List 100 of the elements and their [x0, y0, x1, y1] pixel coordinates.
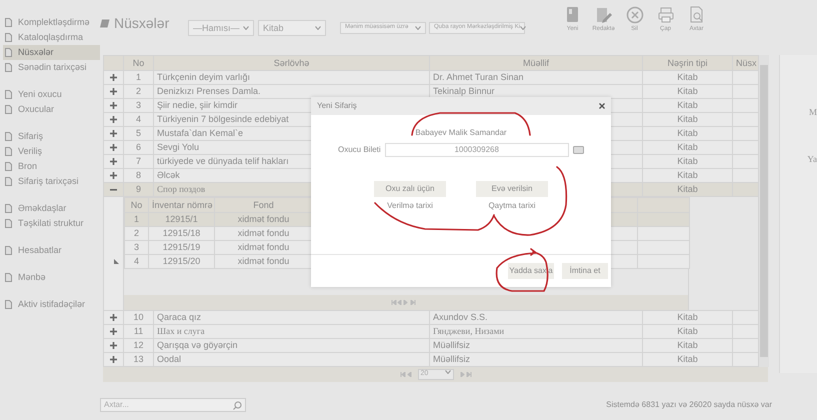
column-header[interactable]: No [124, 198, 148, 212]
printer-icon [656, 6, 674, 24]
sidebar-item[interactable]: Aktiv istifadəçilər [3, 297, 100, 312]
column-header[interactable]: Fond [214, 198, 312, 212]
panel-label: M [808, 107, 817, 118]
sidebar-item[interactable]: Əməkdaşlar [3, 201, 100, 216]
table-cell: 12915/1 [148, 212, 214, 226]
table-cell: 12915/18 [148, 226, 214, 240]
table-row[interactable]: 13 Oodal Müəllifsiz Kitab [104, 352, 758, 366]
table-cell: 13 [124, 352, 154, 366]
dropdown-field[interactable]: Kitab [258, 20, 326, 36]
scrollbar[interactable] [759, 55, 769, 367]
table-cell: Kitab [642, 154, 732, 168]
sidebar-item[interactable]: Yeni oxucu [3, 87, 100, 102]
caret-icon [243, 26, 249, 30]
table-cell: 2 [124, 226, 148, 240]
table-cell: Kitab [642, 168, 732, 182]
column-header[interactable]: Müəllif [430, 56, 642, 70]
document-icon [5, 273, 12, 282]
panel-label: Ya [807, 154, 817, 165]
column-header[interactable]: Nəşrin tipi [642, 56, 732, 70]
date-label: Verilmə tarixi [387, 200, 433, 210]
table-cell: 12915/19 [148, 240, 214, 254]
table-cell: 4 [124, 254, 148, 268]
option-button[interactable]: Oxu zalı üçün [374, 180, 446, 197]
sidebar-item[interactable]: Təşkilati struktur [3, 216, 100, 231]
table-cell: Kitab [642, 140, 732, 154]
table-cell: Kitab [642, 324, 732, 338]
table-cell: Kitab [642, 310, 732, 324]
search-icon [233, 400, 242, 410]
table-cell: 12 [124, 338, 154, 352]
table-cell: 11 [124, 324, 154, 338]
table-cell: Kitab [642, 70, 732, 84]
table-cell: Qarışqa və göyərçin [154, 338, 430, 352]
table-cell: Kitab [642, 182, 732, 196]
table-cell: Oodal [154, 352, 430, 366]
table-row[interactable]: 2 Denizkızı Prenses Damla. Tekinalp Binnur Kitab [104, 84, 758, 98]
table-row[interactable]: 11 Шах и слуга Гянджеви, Низами Kitab [104, 324, 758, 338]
close-circle-icon [626, 6, 644, 24]
table-cell: Türkçenin deyim varlığı [154, 70, 430, 84]
table-cell: xidmət fondu [214, 254, 312, 268]
table-row[interactable]: 10 Qaraca qız Axundov S.S. Kitab [104, 310, 758, 324]
document-icon [5, 246, 12, 255]
sidebar-item[interactable]: Sifariş [3, 129, 100, 144]
column-header[interactable]: İnventar nömrə [148, 198, 214, 212]
sidebar-item[interactable]: Veriliş [3, 144, 100, 159]
table-cell: 3 [124, 240, 148, 254]
table-cell: xidmət fondu [214, 212, 312, 226]
close-icon[interactable] [599, 103, 605, 109]
table-cell: Kitab [642, 352, 732, 366]
table-cell: Гянджеви, Низами [430, 324, 642, 338]
sidebar-item[interactable]: Komplektləşdirmə [3, 15, 100, 30]
table-row[interactable]: 12 Qarışqa və göyərçin Müəllifsiz Kitab [104, 338, 758, 352]
sidebar-item[interactable]: Sifariş tarixçəsi [3, 174, 100, 189]
date-label: Qaytma tarixi [488, 200, 536, 210]
search-icon [688, 6, 706, 24]
column-header[interactable]: Nüsx [732, 56, 758, 70]
table-cell: 1 [124, 70, 154, 84]
table-cell: Kitab [642, 338, 732, 352]
table-cell: Шах и слуга [154, 324, 430, 338]
table-cell: xidmət fondu [214, 226, 312, 240]
table-cell: Kitab [642, 84, 732, 98]
dropdown-field[interactable]: —Hamısı— [188, 20, 254, 36]
table-cell: Müəllifsiz [430, 338, 642, 352]
column-header[interactable]: No [124, 56, 154, 70]
option-button[interactable]: Evə verilsin [476, 180, 548, 197]
sidebar-item[interactable]: Kataloqlaşdırma [3, 30, 100, 45]
sidebar-item[interactable]: Nüsxələr [3, 45, 100, 60]
sidebar-item[interactable]: Mənbə [3, 270, 100, 285]
table-row[interactable]: 1 Türkçenin deyim varlığı Dr. Ahmet Turan Sinan Kitab [104, 70, 758, 84]
table-cell: 1 [124, 212, 148, 226]
dialog-button[interactable]: İmtina et [562, 263, 608, 279]
collapse-icon[interactable] [110, 186, 117, 194]
table-cell: 6 [124, 140, 154, 154]
table-cell: Axundov S.S. [430, 310, 642, 324]
sidebar-item[interactable]: Sənədin tarixçəsi [3, 60, 100, 75]
table-cell: 8 [124, 168, 154, 182]
dialog-title: Yeni Sifariş [317, 101, 357, 111]
pencil-page-icon [594, 6, 612, 24]
table-cell: 4 [124, 112, 154, 126]
table-cell: 9 [124, 182, 154, 196]
column-header[interactable]: Sərlövhə [154, 56, 430, 70]
sidebar-item[interactable]: Hesabatlar [3, 243, 100, 258]
sidebar-item[interactable]: Bron [3, 159, 100, 174]
ticket-field[interactable]: 1000309268 [384, 142, 569, 157]
table-cell: Qaraca qız [154, 310, 430, 324]
document-icon [5, 300, 12, 309]
status-text: Sistemdə 6831 yazı və 26020 sayda nüsxə var [606, 400, 772, 410]
sidebar-item[interactable]: Oxucular [3, 102, 100, 117]
caret-icon [415, 26, 421, 30]
field-label: Oxucu Bileti [338, 144, 381, 154]
table-cell: Kitab [642, 112, 732, 126]
caret-icon [444, 370, 450, 374]
table-cell: Kitab [642, 126, 732, 140]
page-title: Nüsxələr [114, 15, 170, 32]
table-cell: 2 [124, 84, 154, 98]
table-cell: Kitab [642, 98, 732, 112]
search-field[interactable]: Axtar... [100, 398, 246, 412]
table-cell: Dr. Ahmet Turan Sinan [430, 70, 642, 84]
caret-icon [520, 26, 526, 30]
